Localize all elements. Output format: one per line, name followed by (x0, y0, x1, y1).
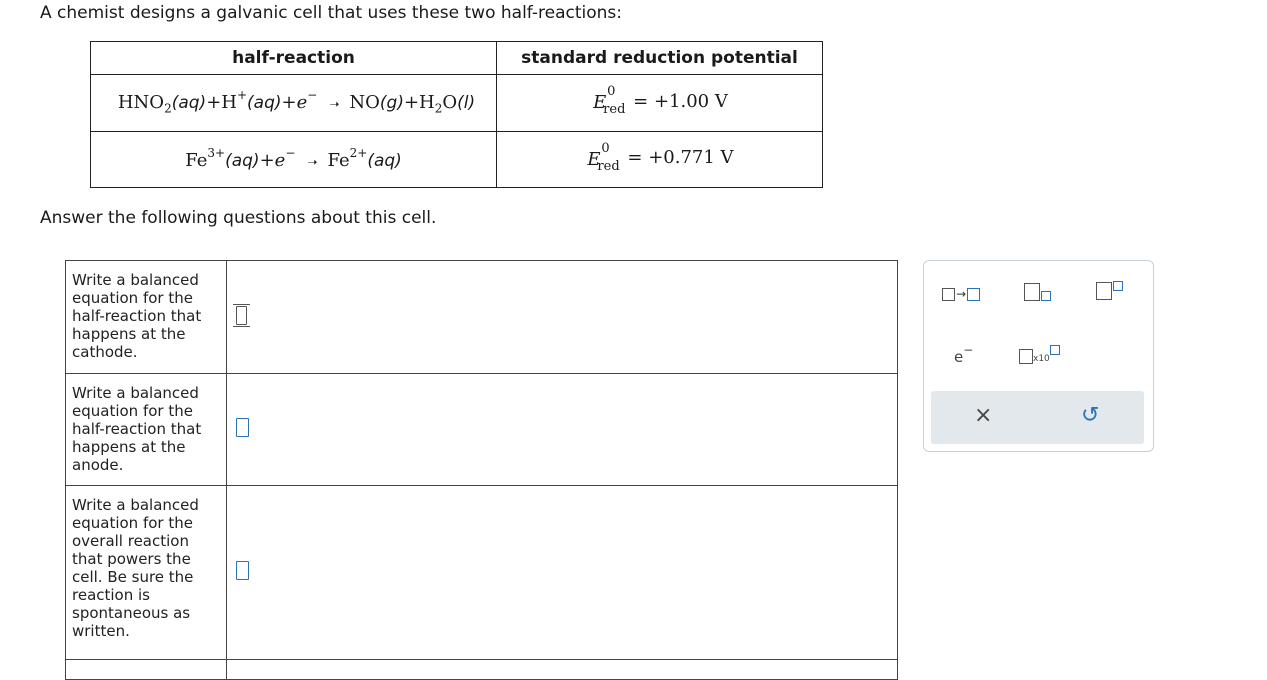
header-standard-potential: standard reduction potential (496, 41, 823, 75)
table-row: Fe3+(aq)+e−➝ Fe2+(aq) E 0 red = +0.771 V (90, 131, 823, 188)
questions-table: Write a balanced equation for the half-r… (65, 260, 898, 680)
right-arrow-icon: → (956, 287, 967, 301)
empty-box-icon (942, 287, 955, 301)
empty-box-icon (967, 287, 981, 301)
question-overall: Write a balanced equation for the overal… (65, 485, 227, 660)
header-half-reaction: half-reaction (90, 41, 497, 75)
overall-answer-input[interactable] (236, 561, 249, 580)
answer-cell-cathode[interactable] (226, 260, 898, 374)
reaction-arrow-icon: ➝ (307, 155, 318, 169)
equation-toolbox: → e− x10 × ↺ (923, 260, 1154, 452)
e-red-symbol: E 0 red (587, 140, 620, 174)
question-anode: Write a balanced equation for the half-r… (65, 373, 227, 486)
base-box-icon (1096, 282, 1112, 300)
potential-2-value: = +0.771 V (627, 147, 734, 168)
sci-label: x10 (1033, 354, 1050, 364)
undo-icon: ↺ (1081, 403, 1100, 428)
potential-1-value: = +1.00 V (633, 90, 728, 112)
reaction-2-cell: Fe3+(aq)+e−➝ Fe2+(aq) (90, 131, 497, 188)
cathode-answer-input[interactable] (233, 303, 250, 327)
reaction-2-equation: Fe3+(aq)+e−➝ Fe2+(aq) (185, 146, 402, 171)
subscript-box-icon (1041, 291, 1051, 301)
undo-button[interactable]: ↺ (1081, 403, 1099, 428)
potential-2-cell: E 0 red = +0.771 V (496, 131, 823, 188)
electron-button[interactable]: e− (954, 343, 974, 366)
superscript-box-icon (1113, 281, 1123, 291)
base-box-icon (1024, 283, 1040, 301)
scientific-notation-button[interactable]: x10 (1019, 345, 1060, 364)
answer-intro-text: Answer the following questions about thi… (40, 208, 437, 228)
reaction-arrow-icon: ➝ (329, 97, 340, 112)
question-row: Write a balanced equation for the half-r… (65, 373, 898, 486)
subscript-button[interactable] (1024, 283, 1051, 305)
half-reactions-table: half-reaction standard reduction potenti… (90, 41, 823, 188)
minus-icon: − (963, 343, 974, 357)
toolbox-action-bar: × ↺ (931, 391, 1144, 444)
intro-text: A chemist designs a galvanic cell that u… (40, 3, 622, 23)
question-row (65, 659, 898, 680)
anode-answer-input[interactable] (236, 418, 249, 437)
reaction-1-cell: HNO2(aq)+H+(aq)+e−➝ NO(g)+H2O(l) (90, 74, 497, 132)
question-cathode: Write a balanced equation for the half-r… (65, 260, 227, 374)
close-icon: × (974, 403, 993, 428)
reaction-arrow-template-button[interactable]: → (942, 287, 981, 301)
table-row: HNO2(aq)+H+(aq)+e−➝ NO(g)+H2O(l) E 0 red … (90, 74, 823, 132)
mantissa-box-icon (1019, 349, 1033, 364)
superscript-button[interactable] (1096, 281, 1123, 300)
reaction-1-equation: HNO2(aq)+H+(aq)+e−➝ NO(g)+H2O(l) (117, 88, 476, 116)
e-red-symbol: E 0 red (593, 84, 626, 117)
exponent-box-icon (1049, 345, 1060, 355)
question-row: Write a balanced equation for the half-r… (65, 260, 898, 374)
question-row: Write a balanced equation for the overal… (65, 485, 898, 660)
answer-cell-anode[interactable] (226, 373, 898, 486)
potential-1-cell: E 0 red = +1.00 V (496, 74, 823, 132)
clear-button[interactable]: × (974, 403, 992, 428)
electron-label: e (954, 348, 964, 366)
answer-cell-overall[interactable] (226, 485, 898, 660)
